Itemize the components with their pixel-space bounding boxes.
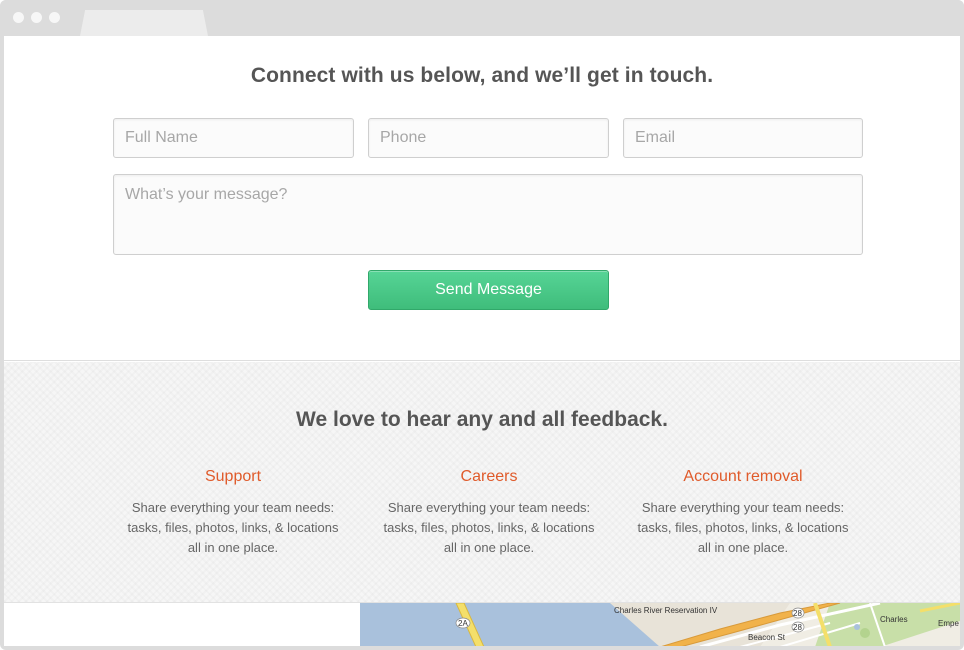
map-label-route-2a: 2A <box>458 619 468 628</box>
map-section: Charles River Reservation IV 2A 28 28 Be… <box>4 602 960 646</box>
page-viewport: Connect with us below, and we’ll get in … <box>4 36 960 646</box>
browser-window: Connect with us below, and we’ll get in … <box>0 0 964 650</box>
full-name-input[interactable] <box>113 118 354 158</box>
map-label-route-28-bottom: 28 <box>793 623 802 632</box>
map-label-beacon-st: Beacon St <box>748 633 785 642</box>
careers-description: Share everything your team needs: tasks,… <box>383 500 595 555</box>
message-textarea[interactable] <box>113 174 863 255</box>
phone-input[interactable] <box>368 118 609 158</box>
support-link[interactable]: Support <box>113 466 353 488</box>
feedback-section: We love to hear any and all feedback. Su… <box>4 362 960 602</box>
support-description: Share everything your team needs: tasks,… <box>127 500 339 555</box>
email-input[interactable] <box>623 118 863 158</box>
send-message-button[interactable]: Send Message <box>368 270 609 310</box>
browser-chrome <box>0 0 964 36</box>
map-label-route-28-top: 28 <box>793 609 802 618</box>
account-removal-column: Account removal Share everything your te… <box>623 466 863 558</box>
contact-heading: Connect with us below, and we’ll get in … <box>250 64 714 87</box>
location-map[interactable]: Charles River Reservation IV 2A 28 28 Be… <box>360 603 960 646</box>
map-label-charles: Charles <box>880 615 908 624</box>
window-close-dot[interactable] <box>13 12 24 23</box>
feedback-heading: We love to hear any and all feedback. <box>296 408 668 431</box>
map-label-emp: Empe <box>938 619 959 628</box>
window-minimize-dot[interactable] <box>31 12 42 23</box>
contact-section: Connect with us below, and we’ll get in … <box>4 36 960 361</box>
careers-column: Careers Share everything your team needs… <box>369 466 609 558</box>
window-maximize-dot[interactable] <box>49 12 60 23</box>
account-removal-description: Share everything your team needs: tasks,… <box>637 500 849 555</box>
support-column: Support Share everything your team needs… <box>113 466 353 558</box>
careers-link[interactable]: Careers <box>369 466 609 488</box>
map-label-reservation: Charles River Reservation IV <box>614 606 718 615</box>
browser-tab[interactable] <box>80 10 208 36</box>
account-removal-link[interactable]: Account removal <box>623 466 863 488</box>
